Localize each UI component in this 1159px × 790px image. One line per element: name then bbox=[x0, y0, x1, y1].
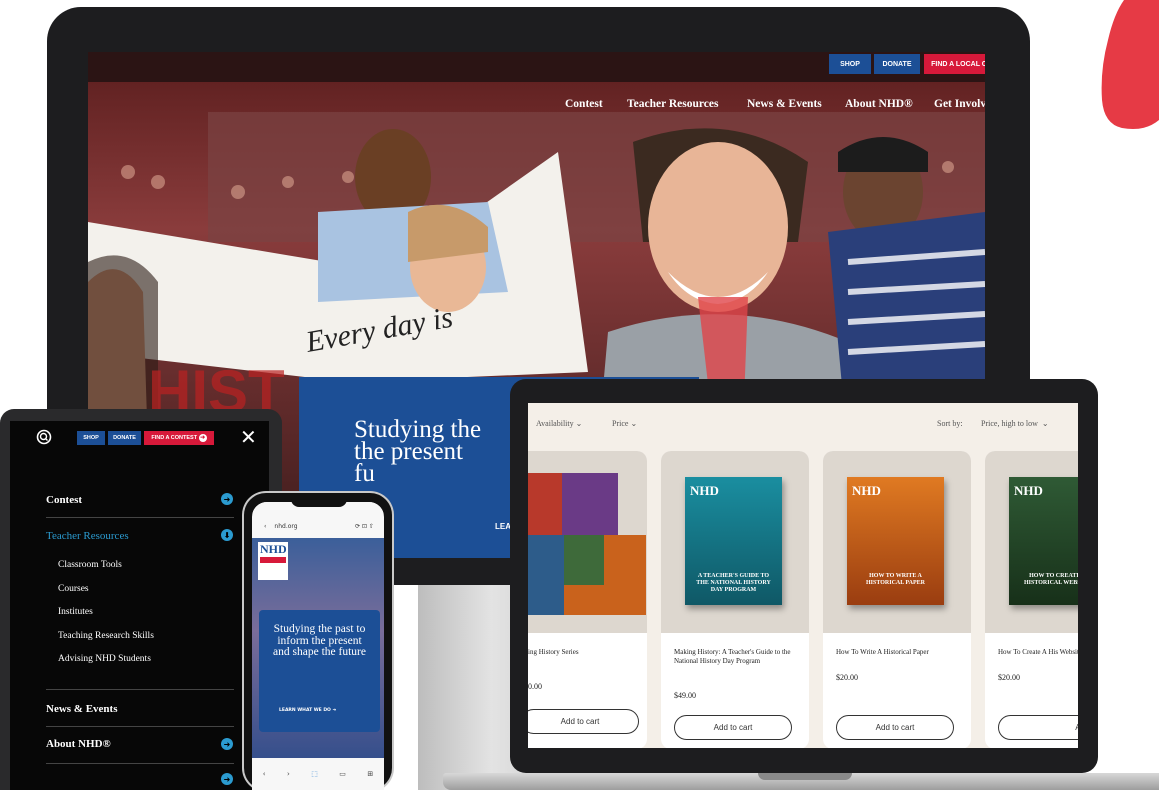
submenu-courses[interactable]: Courses bbox=[58, 584, 89, 594]
close-icon[interactable]: ✕ bbox=[240, 427, 257, 447]
find-local-contest-button[interactable]: FIND A LOCAL C bbox=[924, 54, 985, 74]
price-filter[interactable]: Price ⌄ bbox=[612, 419, 637, 428]
arrow-right-icon[interactable]: ➜ bbox=[221, 773, 233, 785]
tablet-menu-screen: SHOP DONATE FIND A CONTEST ➜ ✕ Contest ➜… bbox=[10, 421, 269, 790]
menu-item-about-nhd[interactable]: About NHD® bbox=[46, 738, 111, 750]
submenu-advising-nhd-students[interactable]: Advising NHD Students bbox=[58, 654, 151, 664]
phone-hero-card: Studying the past to inform the present … bbox=[259, 610, 380, 732]
product-image: NHD HOW TO WRITE A HISTORICAL PAPER bbox=[823, 451, 971, 633]
decorative-brush-stroke bbox=[1101, 0, 1159, 129]
sort-by-select[interactable]: Price, high to low ⌄ bbox=[981, 419, 1049, 428]
sort-by-label: Sort by: bbox=[937, 419, 963, 428]
arrow-down-icon[interactable]: ⬇ bbox=[221, 529, 233, 541]
product-title[interactable]: Making History: A Teacher's Guide to the… bbox=[674, 648, 799, 666]
submenu-classroom-tools[interactable]: Classroom Tools bbox=[58, 560, 122, 570]
menu-item-contest[interactable]: Contest bbox=[46, 494, 82, 506]
donate-button[interactable]: DONATE bbox=[108, 431, 141, 445]
product-card[interactable]: ing History Series 0.00 Add to cart bbox=[528, 451, 647, 748]
product-title[interactable]: How To Write A Historical Paper bbox=[836, 648, 961, 657]
laptop-opening-notch bbox=[758, 773, 852, 780]
add-to-cart-button[interactable]: Add to cart bbox=[836, 715, 954, 740]
shop-button[interactable]: SHOP bbox=[77, 431, 105, 445]
divider bbox=[46, 763, 234, 764]
add-to-cart-button[interactable]: Add to ca bbox=[998, 715, 1078, 740]
divider bbox=[46, 689, 234, 690]
menu-item-teacher-resources[interactable]: Teacher Resources bbox=[46, 530, 129, 542]
add-to-cart-button[interactable]: Add to cart bbox=[528, 709, 639, 734]
browser-address-bar[interactable]: ‹ nhd.org ⟳ ⊡ ⇧ bbox=[260, 520, 378, 532]
arrow-right-icon[interactable]: ➜ bbox=[221, 738, 233, 750]
shop-button[interactable]: SHOP bbox=[829, 54, 871, 74]
product-title[interactable]: How To Create A His Website bbox=[998, 648, 1078, 657]
product-card[interactable]: NHD HOW TO WRITE A HISTORICAL PAPER How … bbox=[823, 451, 971, 748]
arrow-right-icon[interactable]: ➜ bbox=[221, 493, 233, 505]
product-card[interactable]: NHD A TEACHER'S GUIDE TO THE NATIONAL HI… bbox=[661, 451, 809, 748]
submenu-institutes[interactable]: Institutes bbox=[58, 607, 93, 617]
nav-contest[interactable]: Contest bbox=[565, 98, 603, 110]
phone-site-screen: ‹ nhd.org ⟳ ⊡ ⇧ NHD Studying the past to i… bbox=[252, 502, 384, 790]
product-image: NHD HOW TO CREATE A HISTORICAL WEBSITE bbox=[985, 451, 1078, 633]
product-price: $49.00 bbox=[674, 691, 696, 700]
nav-get-involved[interactable]: Get Involv bbox=[934, 98, 985, 110]
add-to-cart-button[interactable]: Add to cart bbox=[674, 715, 792, 740]
product-price: $20.00 bbox=[836, 673, 858, 682]
divider bbox=[46, 517, 234, 518]
find-contest-button[interactable]: FIND A CONTEST ➜ bbox=[144, 431, 214, 445]
shop-page-screen: Availability ⌄ Price ⌄ Sort by: Price, h… bbox=[528, 403, 1078, 748]
nav-about-nhd[interactable]: About NHD® bbox=[845, 98, 913, 110]
divider bbox=[46, 726, 234, 727]
product-image: NHD A TEACHER'S GUIDE TO THE NATIONAL HI… bbox=[661, 451, 809, 633]
product-price: 0.00 bbox=[528, 682, 542, 691]
donate-button[interactable]: DONATE bbox=[874, 54, 920, 74]
phone-hero-title: Studying the past to inform the present … bbox=[273, 623, 366, 658]
search-icon[interactable] bbox=[36, 429, 52, 445]
submenu-teaching-research-skills[interactable]: Teaching Research Skills bbox=[58, 631, 154, 641]
browser-toolbar: ‹ › ⬚ ▭ ⊞ bbox=[252, 758, 384, 790]
phone-notch bbox=[291, 497, 347, 507]
menu-item-news-events[interactable]: News & Events bbox=[46, 703, 118, 715]
product-price: $20.00 bbox=[998, 673, 1020, 682]
product-card[interactable]: NHD HOW TO CREATE A HISTORICAL WEBSITE H… bbox=[985, 451, 1078, 748]
nav-teacher-resources[interactable]: Teacher Resources bbox=[627, 98, 718, 110]
phone-hero-link[interactable]: LEARN WHAT WE DO ➜ bbox=[279, 708, 336, 713]
availability-filter[interactable]: Availability ⌄ bbox=[536, 419, 582, 428]
nav-news-events[interactable]: News & Events bbox=[747, 98, 822, 110]
product-image bbox=[528, 451, 647, 633]
nhd-logo: NHD bbox=[258, 542, 288, 580]
product-title[interactable]: ing History Series bbox=[528, 648, 647, 657]
